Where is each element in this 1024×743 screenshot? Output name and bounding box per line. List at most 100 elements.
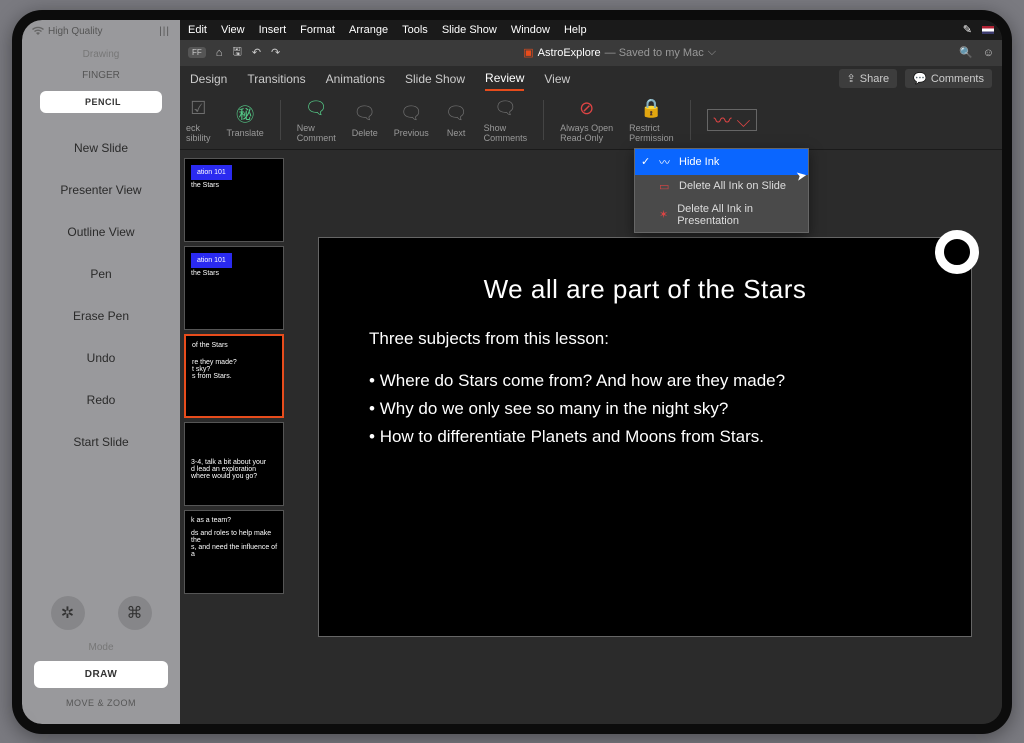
- comment-icon: 💬: [913, 72, 927, 85]
- bullet-2: Why do we only see so many in the night …: [369, 399, 921, 419]
- slide-subtitle: Three subjects from this lesson:: [369, 329, 921, 349]
- translate-button[interactable]: ㊙ Translate: [227, 103, 264, 138]
- delete-ink-pres-icon: ✶: [659, 208, 671, 221]
- draw-mode-button[interactable]: DRAW: [34, 661, 168, 688]
- dropdown-delete-ink-slide[interactable]: ▭ Delete All Ink on Slide: [635, 175, 808, 198]
- tab-slide-show[interactable]: Slide Show: [405, 68, 465, 90]
- dropdown-delete-ink-presentation[interactable]: ✶ Delete All Ink in Presentation: [635, 198, 808, 232]
- delete-comment-icon: 🗨: [353, 103, 376, 125]
- chevron-down-icon[interactable]: ⌵: [708, 46, 716, 59]
- slide-bullets: Where do Stars come from? And how are th…: [369, 371, 921, 447]
- readonly-icon: ⊘: [579, 98, 594, 120]
- delete-ink-slide-icon: ▭: [659, 180, 673, 193]
- overlay-item-erase-pen[interactable]: Erase Pen: [22, 295, 180, 337]
- command-icon: ⌘: [127, 603, 143, 623]
- check-icon: ✓: [641, 155, 650, 168]
- delete-ink-slide-label: Delete All Ink on Slide: [679, 180, 786, 192]
- settings-button[interactable]: ✲: [51, 596, 85, 630]
- mode-label: Mode: [34, 636, 168, 657]
- remote-overlay-panel: High Quality ||| Drawing FINGER PENCIL N…: [22, 20, 180, 724]
- next-icon: 🗨: [445, 103, 468, 125]
- slide-canvas[interactable]: We all are part of the Stars Three subje…: [318, 237, 972, 637]
- undo-icon[interactable]: ↶: [252, 46, 261, 59]
- delete-comment-button[interactable]: 🗨 Delete: [352, 103, 378, 138]
- overlay-item-redo[interactable]: Redo: [22, 379, 180, 421]
- bullet-3: How to differentiate Planets and Moons f…: [369, 427, 921, 447]
- thumbnail-1[interactable]: ation 101 the Stars: [184, 158, 284, 242]
- comments-button[interactable]: 💬 Comments: [905, 69, 992, 88]
- delete-ink-pres-label: Delete All Ink in Presentation: [677, 203, 800, 227]
- menu-bar: Edit View Insert Format Arrange Tools Sl…: [180, 20, 1002, 40]
- comments-label: Comments: [931, 73, 984, 85]
- slide-canvas-area: We all are part of the Stars Three subje…: [288, 150, 1002, 724]
- previous-comment-button[interactable]: 🗨 Previous: [394, 103, 429, 138]
- drawing-section-label: Drawing: [22, 43, 180, 64]
- menu-tools[interactable]: Tools: [402, 24, 428, 36]
- menu-insert[interactable]: Insert: [259, 24, 287, 36]
- pencil-label: PENCIL: [85, 97, 121, 107]
- accessibility-icon: ☑: [190, 98, 206, 120]
- menu-arrange[interactable]: Arrange: [349, 24, 388, 36]
- search-icon[interactable]: 🔍: [959, 46, 973, 59]
- always-open-readonly-button[interactable]: ⊘ Always OpenRead-Only: [560, 98, 613, 143]
- finger-row[interactable]: FINGER: [22, 64, 180, 87]
- overlay-item-new-slide[interactable]: New Slide: [22, 127, 180, 169]
- home-icon[interactable]: ⌂: [216, 47, 223, 59]
- thumbnail-3[interactable]: of the Stars re they made? t sky? s from…: [184, 334, 284, 418]
- bullet-1: Where do Stars come from? And how are th…: [369, 371, 921, 391]
- save-icon[interactable]: 🖫: [232, 43, 241, 62]
- powerpoint-app: Edit View Insert Format Arrange Tools Sl…: [180, 20, 1002, 724]
- command-button[interactable]: ⌘: [118, 596, 152, 630]
- thumbnail-2[interactable]: ation 101 the Stars: [184, 246, 284, 330]
- pencil-icon[interactable]: ✎: [963, 23, 972, 36]
- hide-ink-label: Hide Ink: [679, 156, 719, 168]
- menu-help[interactable]: Help: [564, 24, 587, 36]
- menu-view[interactable]: View: [221, 24, 245, 36]
- thumbnail-4[interactable]: 3-4, talk a bit about your d lead an exp…: [184, 422, 284, 506]
- ink-dropdown-button[interactable]: 〰 ⌵: [707, 109, 758, 131]
- account-icon[interactable]: ☺: [983, 47, 994, 59]
- thumbnail-5[interactable]: k as a team? ds and roles to help make t…: [184, 510, 284, 594]
- review-ribbon: ☑ ecksibility ㊙ Translate 🗨 NewComment 🗨…: [180, 92, 1002, 150]
- overlay-item-start-slide[interactable]: Start Slide: [22, 421, 180, 463]
- tab-review[interactable]: Review: [485, 67, 524, 91]
- translate-icon: ㊙: [236, 103, 254, 125]
- overlay-item-pen[interactable]: Pen: [22, 253, 180, 295]
- menu-window[interactable]: Window: [511, 24, 550, 36]
- hide-ink-icon: 〰: [659, 154, 673, 170]
- share-icon: ⇪: [847, 72, 856, 85]
- next-comment-button[interactable]: 🗨 Next: [445, 103, 468, 138]
- powerpoint-icon: ▣: [523, 46, 533, 59]
- wifi-icon: [32, 26, 44, 36]
- tab-design[interactable]: Design: [190, 68, 227, 90]
- restrict-permission-button[interactable]: 🔒 RestrictPermission: [629, 98, 674, 143]
- tab-animations[interactable]: Animations: [326, 68, 385, 90]
- document-name: AstroExplore: [538, 47, 601, 59]
- new-comment-icon: 🗨: [305, 98, 328, 120]
- redo-icon[interactable]: ↷: [271, 46, 280, 59]
- tab-view[interactable]: View: [544, 68, 570, 90]
- title-bar: FF ⌂ 🖫 ↶ ↷ ▣ AstroExplore — Saved to my …: [180, 40, 1002, 66]
- menu-format[interactable]: Format: [300, 24, 335, 36]
- overlay-item-outline-view[interactable]: Outline View: [22, 211, 180, 253]
- share-button[interactable]: ⇪Share: [839, 69, 898, 88]
- menu-edit[interactable]: Edit: [188, 24, 207, 36]
- ink-dropdown-menu: ✓ 〰 Hide Ink ▭ Delete All Ink on Slide ✶…: [634, 148, 809, 233]
- flag-icon[interactable]: [982, 26, 994, 34]
- overlay-menu-icon[interactable]: |||: [159, 26, 170, 37]
- overlay-item-undo[interactable]: Undo: [22, 337, 180, 379]
- check-accessibility-button[interactable]: ☑ ecksibility: [186, 98, 211, 143]
- dropdown-hide-ink[interactable]: ✓ 〰 Hide Ink: [635, 149, 808, 175]
- pencil-toggle[interactable]: PENCIL: [40, 91, 162, 113]
- autosave-toggle[interactable]: FF: [188, 47, 206, 58]
- previous-icon: 🗨: [400, 103, 423, 125]
- ink-icon: 〰 ⌵: [707, 109, 758, 131]
- new-comment-button[interactable]: 🗨 NewComment: [297, 98, 336, 143]
- overlay-item-presenter-view[interactable]: Presenter View: [22, 169, 180, 211]
- lock-icon: 🔒: [640, 98, 662, 120]
- menu-slide-show[interactable]: Slide Show: [442, 24, 497, 36]
- tab-transitions[interactable]: Transitions: [247, 68, 305, 90]
- slide-thumbnails: ation 101 the Stars ation 101 the Stars …: [180, 150, 288, 724]
- show-comments-button[interactable]: 🗨 ShowComments: [484, 98, 528, 143]
- move-zoom-button[interactable]: MOVE & ZOOM: [34, 692, 168, 714]
